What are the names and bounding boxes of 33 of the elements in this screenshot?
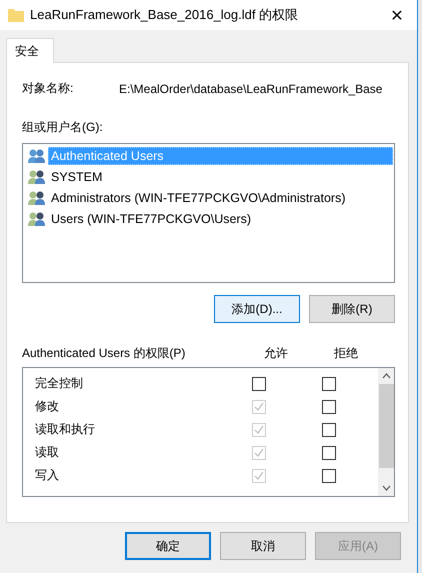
window-title: LeaRunFramework_Base_2016_log.ldf 的权限 <box>30 6 300 24</box>
field-label: 对象名称: <box>22 80 74 97</box>
permission-name: 读取 <box>35 444 60 461</box>
checkbox[interactable] <box>252 376 266 390</box>
dialog-button[interactable]: 取消 <box>220 532 306 560</box>
object-path: E:\MealOrder\database\LeaRunFramework_Base <box>119 82 384 96</box>
users-icon <box>28 210 46 226</box>
tab[interactable]: 安全 <box>6 38 54 63</box>
checkbox[interactable] <box>322 468 336 482</box>
scrollbar[interactable] <box>378 368 394 496</box>
permission-name: 修改 <box>35 398 60 415</box>
user-list[interactable]: Authenticated Users SYSTEM Administrators (WIN-TFE77PCKGVO\Administrators) Users (WIN-TFE77PCKGVO\Users) <box>22 143 395 283</box>
dialog-button[interactable]: 确定 <box>125 532 211 560</box>
user-item[interactable]: Users (WIN-TFE77PCKGVO\Users) <box>48 210 393 228</box>
column-header: 拒绝 <box>333 344 359 362</box>
permission-name: 写入 <box>35 467 60 484</box>
checkbox[interactable] <box>322 446 336 460</box>
list-label: 组或用户名(G): <box>22 119 103 136</box>
folder-icon <box>8 8 24 22</box>
user-item[interactable]: SYSTEM <box>48 168 393 186</box>
column-header: 允许 <box>263 344 289 362</box>
users-icon <box>28 148 46 164</box>
list-button[interactable]: 添加(D)... <box>214 295 300 323</box>
permission-name: 完全控制 <box>35 375 84 392</box>
user-item[interactable]: Administrators (WIN-TFE77PCKGVO\Administrators) <box>48 188 393 206</box>
users-icon <box>28 168 46 184</box>
permissions-label: Authenticated Users 的权限(P) <box>22 344 186 362</box>
list-button[interactable]: 删除(R) <box>309 295 395 323</box>
checkbox[interactable] <box>322 422 336 436</box>
permission-name: 读取和执行 <box>35 421 96 438</box>
checkbox[interactable] <box>322 400 336 414</box>
users-icon <box>28 190 46 206</box>
checkbox[interactable] <box>322 376 336 390</box>
